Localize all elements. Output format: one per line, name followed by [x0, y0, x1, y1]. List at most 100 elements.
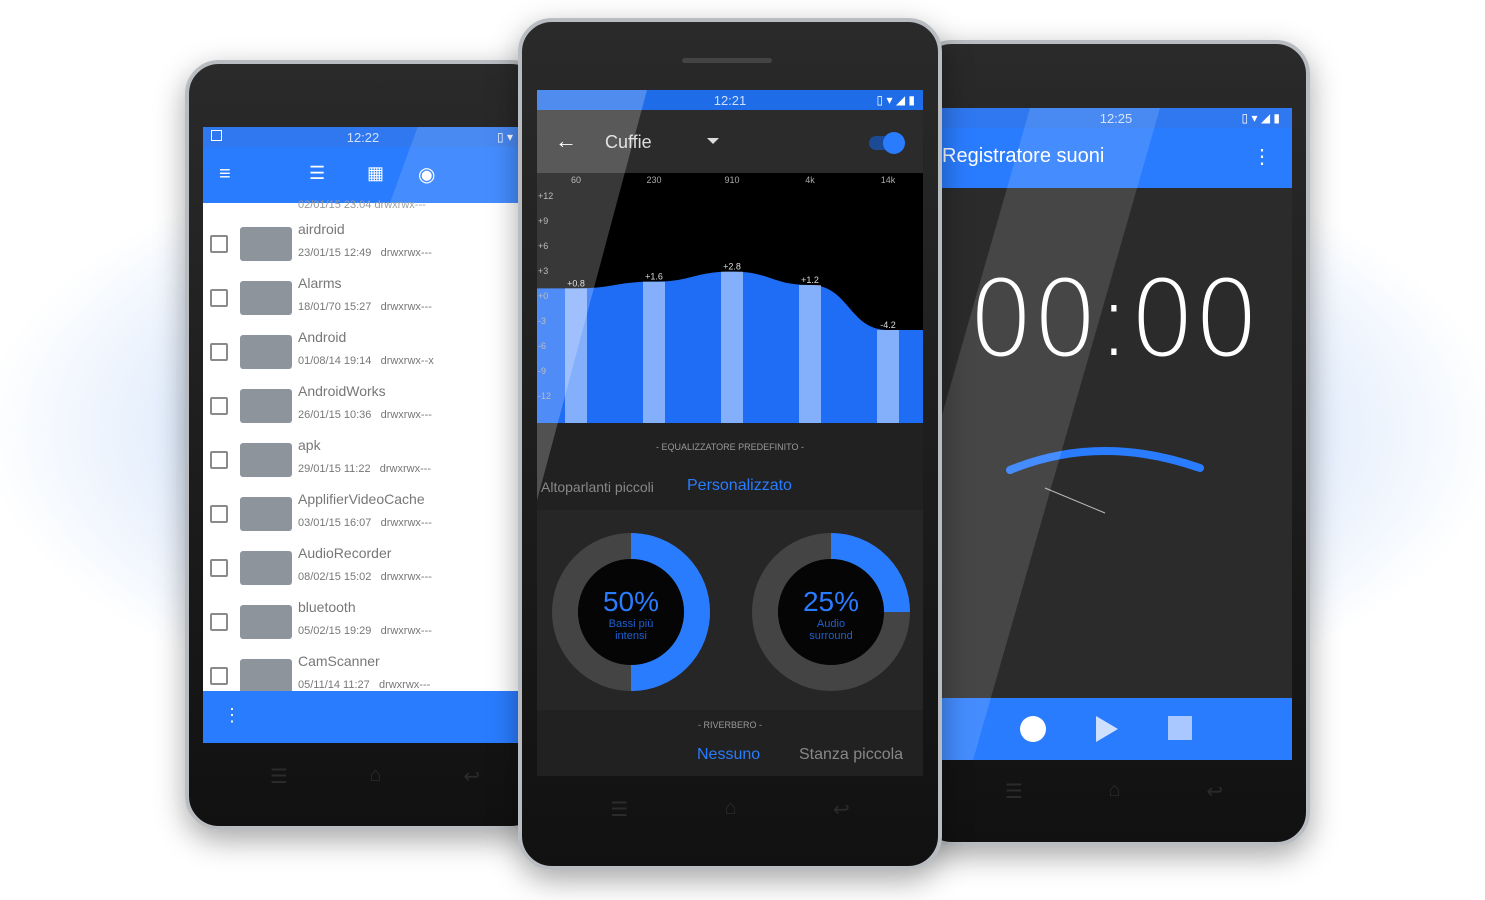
file-meta: 05/02/15 19:29 drwxrwx--- — [298, 625, 432, 637]
select-checkbox[interactable] — [210, 235, 228, 253]
status-bar: 12:22 ▯ ▾ — [203, 127, 523, 147]
nav-keys: ☰ ⌂ ↩ — [229, 764, 521, 789]
file-permissions: drwxrwx--- — [380, 301, 432, 313]
preset-option-small-speakers[interactable]: Altoparlanti piccoli — [541, 479, 654, 495]
menu-icon[interactable]: ≡ — [219, 163, 231, 186]
file-row[interactable]: AndroidWorks 26/01/15 10:36 drwxrwx--- — [203, 379, 523, 433]
folder-thumbnail — [240, 227, 292, 261]
select-checkbox[interactable] — [210, 559, 228, 577]
preset-option-custom[interactable]: Personalizzato — [687, 477, 792, 495]
status-icons: ▯ ▾ ◢ ▮ — [876, 93, 915, 107]
band-slider-bar[interactable] — [565, 288, 587, 423]
file-permissions: drwxrwx--- — [380, 625, 432, 637]
y-tick-label: +3 — [538, 266, 548, 276]
dropdown-arrow-icon[interactable] — [707, 138, 719, 144]
sort-icon[interactable]: ☰ — [309, 163, 325, 184]
file-row[interactable]: apk 29/01/15 11:22 drwxrwx--- — [203, 433, 523, 487]
play-icon[interactable] — [1096, 716, 1118, 742]
grid-view-icon[interactable]: ▦ — [367, 163, 384, 184]
reverb-option-small-room[interactable]: Stanza piccola — [799, 746, 903, 764]
band-slider-bar[interactable] — [877, 330, 899, 423]
select-checkbox[interactable] — [210, 613, 228, 631]
file-row[interactable]: Android 01/08/14 19:14 drwxrwx--x — [203, 325, 523, 379]
band-slider-bar[interactable] — [799, 285, 821, 423]
select-checkbox[interactable] — [210, 667, 228, 685]
speaker-grille — [682, 58, 772, 63]
timer-display: 00:00 — [968, 258, 1260, 380]
file-date: 29/01/15 11:22 — [298, 463, 371, 475]
menu-key-icon[interactable]: ☰ — [270, 764, 288, 789]
band-gain-label: +1.2 — [801, 275, 819, 285]
level-meter — [1006, 447, 1204, 514]
file-meta: 29/01/15 11:22 drwxrwx--- — [298, 463, 431, 475]
enable-toggle[interactable] — [869, 132, 905, 154]
home-key-icon[interactable]: ⌂ — [1109, 779, 1121, 804]
menu-key-icon[interactable]: ☰ — [1005, 779, 1023, 804]
select-checkbox[interactable] — [210, 451, 228, 469]
file-meta: 05/11/14 11:27 drwxrwx--- — [298, 679, 430, 691]
y-tick-label: +9 — [538, 216, 548, 226]
file-date: 01/08/14 19:14 — [298, 355, 372, 367]
back-key-icon[interactable]: ↩ — [833, 797, 850, 822]
overflow-menu-icon[interactable]: ⋮ — [223, 705, 241, 726]
menu-key-icon[interactable]: ☰ — [610, 797, 628, 822]
band-slider-bar[interactable] — [643, 281, 665, 423]
file-row[interactable]: Alarms 18/01/70 15:27 drwxrwx--- — [203, 271, 523, 325]
file-name: CamScanner — [298, 653, 380, 669]
band-label: 230 — [646, 175, 661, 185]
folder-thumbnail — [240, 551, 292, 585]
folder-thumbnail — [240, 605, 292, 639]
band-gain-label: +0.8 — [567, 278, 585, 288]
back-key-icon[interactable]: ↩ — [1206, 779, 1223, 804]
home-key-icon[interactable]: ⌂ — [370, 764, 382, 789]
folder-thumbnail — [240, 389, 292, 423]
status-icons: ▯ ▾ — [497, 130, 513, 144]
bass-label: Bassi più — [608, 618, 654, 630]
y-tick-label: +12 — [538, 191, 553, 201]
app-title: Registratore suoni — [942, 145, 1105, 167]
file-meta: 26/01/15 10:36 drwxrwx--- — [298, 409, 432, 421]
select-checkbox[interactable] — [210, 397, 228, 415]
y-tick-label: -12 — [538, 391, 551, 401]
nav-keys: ☰ ⌂ ↩ — [562, 797, 898, 822]
equalizer-screen: 12:21 ▯ ▾ ◢ ▮ ← Cuffie +12 +9 +6 +3 +0 -3 -6 -9 -… — [537, 90, 923, 776]
file-name: airdroid — [298, 221, 345, 237]
recorder-screen: 12:25 ▯ ▾ ◢ ▮ Registratore suoni ⋮ 00:00 — [940, 108, 1292, 760]
surround-label-2: surround — [809, 630, 853, 642]
file-row[interactable]: bluetooth 05/02/15 19:29 drwxrwx--- — [203, 595, 523, 649]
eye-icon[interactable]: ◉ — [418, 162, 435, 187]
toolbar: ≡ ☰ ▦ ◉ — [203, 147, 523, 203]
reverb-option-none[interactable]: Nessuno — [697, 746, 760, 764]
file-date: 18/01/70 15:27 — [298, 301, 372, 313]
level-arc — [1006, 447, 1204, 474]
file-date: 03/01/15 16:07 — [298, 517, 372, 529]
select-checkbox[interactable] — [210, 289, 228, 307]
equalizer-chart[interactable]: +12 +9 +6 +3 +0 -3 -6 -9 -12 60 +0.8 230 +1.6 910 +2.8… — [537, 173, 923, 423]
home-key-icon[interactable]: ⌂ — [725, 797, 737, 822]
overflow-menu-icon[interactable]: ⋮ — [1252, 144, 1272, 169]
y-tick-label: +0 — [538, 291, 548, 301]
file-permissions: drwxrwx--- — [378, 679, 431, 691]
file-row[interactable]: airdroid 23/01/15 12:49 drwxrwx--- — [203, 217, 523, 271]
status-time: 12:25 — [1099, 110, 1133, 126]
file-date: 26/01/15 10:36 — [298, 409, 372, 421]
file-permissions: drwxrwx--- — [379, 463, 432, 475]
file-permissions: drwxrwx--- — [380, 247, 432, 259]
y-tick-label: -9 — [538, 366, 546, 376]
select-checkbox[interactable] — [210, 505, 228, 523]
controls-bar — [940, 698, 1292, 760]
band-slider-bar[interactable] — [721, 271, 743, 423]
back-arrow-icon[interactable]: ← — [555, 128, 577, 154]
stop-icon[interactable] — [1168, 716, 1192, 740]
back-key-icon[interactable]: ↩ — [463, 764, 480, 789]
status-icons: ▯ ▾ ◢ ▮ — [1241, 111, 1280, 125]
record-icon[interactable] — [1020, 716, 1046, 742]
select-checkbox[interactable] — [210, 343, 228, 361]
file-meta: 08/02/15 15:02 drwxrwx--- — [298, 571, 432, 583]
file-row[interactable]: AudioRecorder 08/02/15 15:02 drwxrwx--- — [203, 541, 523, 595]
folder-thumbnail — [240, 659, 292, 693]
profile-dropdown[interactable]: Cuffie — [605, 132, 652, 153]
notification-icon — [211, 130, 222, 141]
file-row[interactable]: ApplifierVideoCache 03/01/15 16:07 drwxr… — [203, 487, 523, 541]
folder-thumbnail — [240, 281, 292, 315]
